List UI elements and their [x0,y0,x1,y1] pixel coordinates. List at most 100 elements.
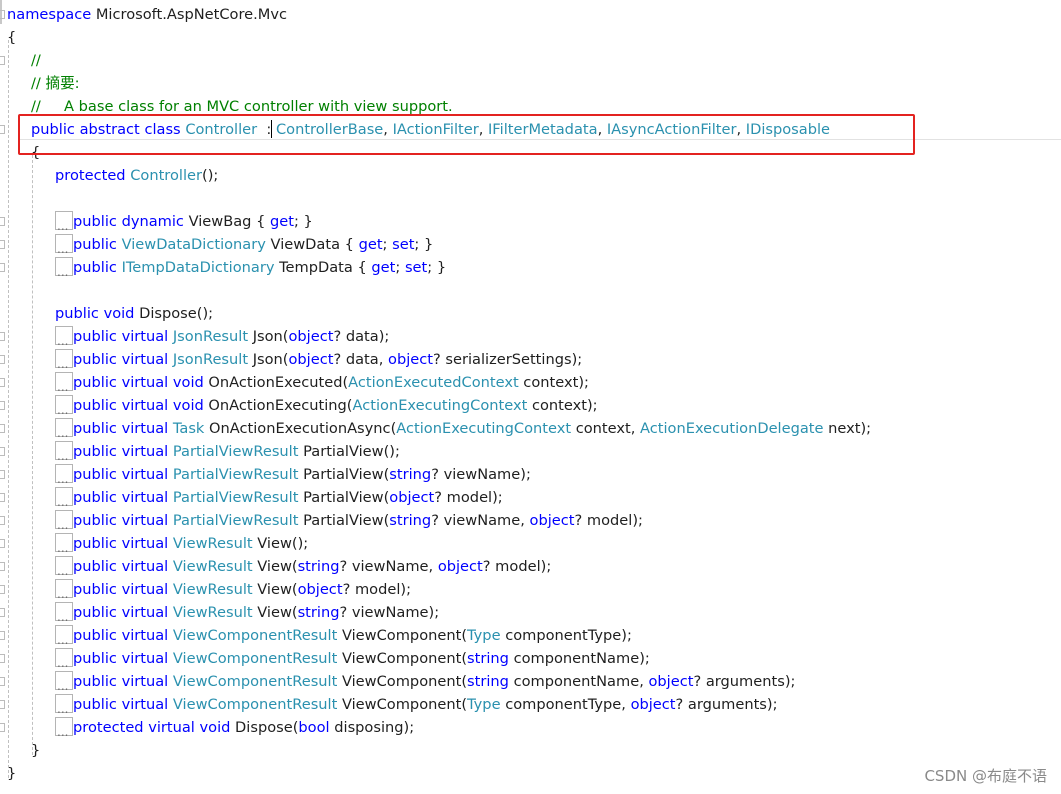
code-line[interactable]: ... protected virtual void Dispose(bool d… [55,716,414,739]
code-line[interactable]: ... public virtual ViewComponentResult Vi… [55,693,778,716]
fold-toggle-icon[interactable] [0,263,5,272]
code-line[interactable]: ... public virtual Task OnActionExecution… [55,417,871,440]
fold-toggle-icon[interactable] [0,654,5,663]
code-line[interactable]: ... public virtual PartialViewResult Part… [55,486,503,509]
fold-toggle-icon[interactable] [0,217,5,226]
fold-toggle-icon[interactable] [0,700,5,709]
fold-toggle-icon[interactable] [0,378,5,387]
code-line[interactable]: ... public dynamic ViewBag { get; } [55,210,313,233]
code-token-keyword: virtual [121,512,169,529]
code-token-keyword: void [199,719,231,736]
code-editor[interactable]: namespace Microsoft.AspNetCore.Mvc{//// … [0,0,1061,794]
text-caret [271,120,272,138]
collapsed-region-dots: ... [57,610,69,624]
fold-toggle-icon[interactable] [0,585,5,594]
fold-toggle-icon[interactable] [0,401,5,410]
fold-toggle-icon[interactable] [0,631,5,640]
collapsed-region-marker[interactable]: ... [55,671,73,692]
fold-toggle-icon[interactable] [0,355,5,364]
code-token-keyword: public [73,627,117,644]
code-token-keyword: virtual [121,374,169,391]
collapsed-region-dots: ... [57,426,69,440]
code-token-keyword: public [73,466,117,483]
collapsed-region-marker[interactable]: ... [55,694,73,715]
collapsed-region-marker[interactable]: ... [55,211,73,232]
fold-toggle-icon[interactable] [0,56,5,65]
fold-toggle-icon[interactable] [0,240,5,249]
code-token-keyword: virtual [121,328,169,345]
collapsed-region-marker[interactable]: ... [55,441,73,463]
collapsed-region-marker[interactable]: ... [55,510,73,531]
collapsed-region-marker[interactable]: ... [55,349,73,370]
code-token-text: ViewComponent( [337,627,468,644]
collapsed-region-marker[interactable]: ... [55,234,73,255]
code-line[interactable]: // 摘要: [31,72,80,95]
code-token-text: OnActionExecuting( [203,397,353,414]
code-line[interactable]: ... public virtual PartialViewResult Part… [55,440,400,463]
fold-toggle-icon[interactable] [0,608,5,617]
fold-toggle-icon[interactable] [0,562,5,571]
fold-toggle-icon[interactable] [0,470,5,479]
fold-toggle-icon[interactable] [0,539,5,548]
collapsed-region-marker[interactable]: ... [55,602,73,624]
code-token-text: ? viewName, [339,558,438,575]
code-line[interactable]: ... public virtual ViewComponentResult Vi… [55,647,650,670]
collapsed-region-marker[interactable]: ... [55,556,73,577]
code-line[interactable]: ... public ViewDataDictionary ViewData { … [55,233,433,256]
collapsed-region-marker[interactable]: ... [55,395,73,416]
fold-toggle-icon[interactable] [0,723,5,732]
code-token-keyword: virtual [121,558,169,575]
code-token-type: ActionExecutedContext [348,374,519,391]
code-line[interactable]: ... public virtual void OnActionExecuting… [55,394,598,417]
code-line[interactable]: ... public virtual ViewComponentResult Vi… [55,624,632,647]
fold-toggle-icon[interactable] [0,447,5,456]
collapsed-region-marker[interactable]: ... [55,487,73,508]
code-line[interactable]: ... public virtual ViewResult View(object… [55,578,411,601]
code-line[interactable]: protected Controller(); [55,164,218,187]
code-line[interactable]: ... public ITempDataDictionary TempData {… [55,256,446,279]
code-token-text: disposing); [329,719,415,736]
fold-toggle-icon[interactable] [0,125,5,134]
code-token-keyword: string [297,604,340,621]
code-token-text: ? data); [333,328,390,345]
code-line[interactable]: // [31,49,41,72]
code-line[interactable]: ... public virtual PartialViewResult Part… [55,463,531,486]
collapsed-region-marker[interactable]: ... [55,579,73,600]
code-line[interactable]: ... public virtual PartialViewResult Part… [55,509,643,532]
indent-guide [32,155,33,755]
fold-toggle-icon[interactable] [0,10,5,19]
code-line[interactable]: public void Dispose(); [55,302,213,325]
fold-toggle-icon[interactable] [0,516,5,525]
code-token-keyword: public [73,535,117,552]
collapsed-region-marker[interactable]: ... [55,257,73,278]
code-token-type: ViewResult [172,535,253,552]
collapsed-region-marker[interactable]: ... [55,418,73,440]
collapsed-region-marker[interactable]: ... [55,533,73,554]
collapsed-region-marker[interactable]: ... [55,717,73,739]
collapsed-region-marker[interactable]: ... [55,372,73,393]
code-line[interactable]: ... public virtual void OnActionExecuted(… [55,371,589,394]
code-token-text: ? model); [574,512,643,529]
code-line[interactable]: ... public virtual ViewResult View(string… [55,601,439,624]
collapsed-region-marker[interactable]: ... [55,326,73,347]
fold-toggle-icon[interactable] [0,424,5,433]
collapsed-region-marker[interactable]: ... [55,648,73,669]
code-token-type: ViewComponentResult [172,673,338,690]
code-line[interactable]: ... public virtual ViewResult View(string… [55,555,551,578]
collapsed-region-dots: ... [57,449,69,463]
code-token-text: Dispose(); [134,305,214,322]
code-token-text: Microsoft.AspNetCore.Mvc [91,6,288,23]
fold-toggle-icon[interactable] [0,677,5,686]
code-line[interactable]: ... public virtual JsonResult Json(object… [55,325,389,348]
code-line[interactable]: namespace Microsoft.AspNetCore.Mvc [7,3,287,26]
fold-toggle-icon[interactable] [0,493,5,502]
collapsed-region-marker[interactable]: ... [55,464,73,485]
code-line[interactable]: ... public virtual JsonResult Json(object… [55,348,582,371]
collapsed-region-marker[interactable]: ... [55,625,73,646]
code-line[interactable]: ... public virtual ViewComponentResult Vi… [55,670,795,693]
code-token-text: (); [202,167,219,184]
fold-toggle-icon[interactable] [0,332,5,341]
collapsed-region-dots: ... [57,725,69,739]
code-token-keyword: virtual [121,443,169,460]
code-line[interactable]: ... public virtual ViewResult View(); [55,532,308,555]
